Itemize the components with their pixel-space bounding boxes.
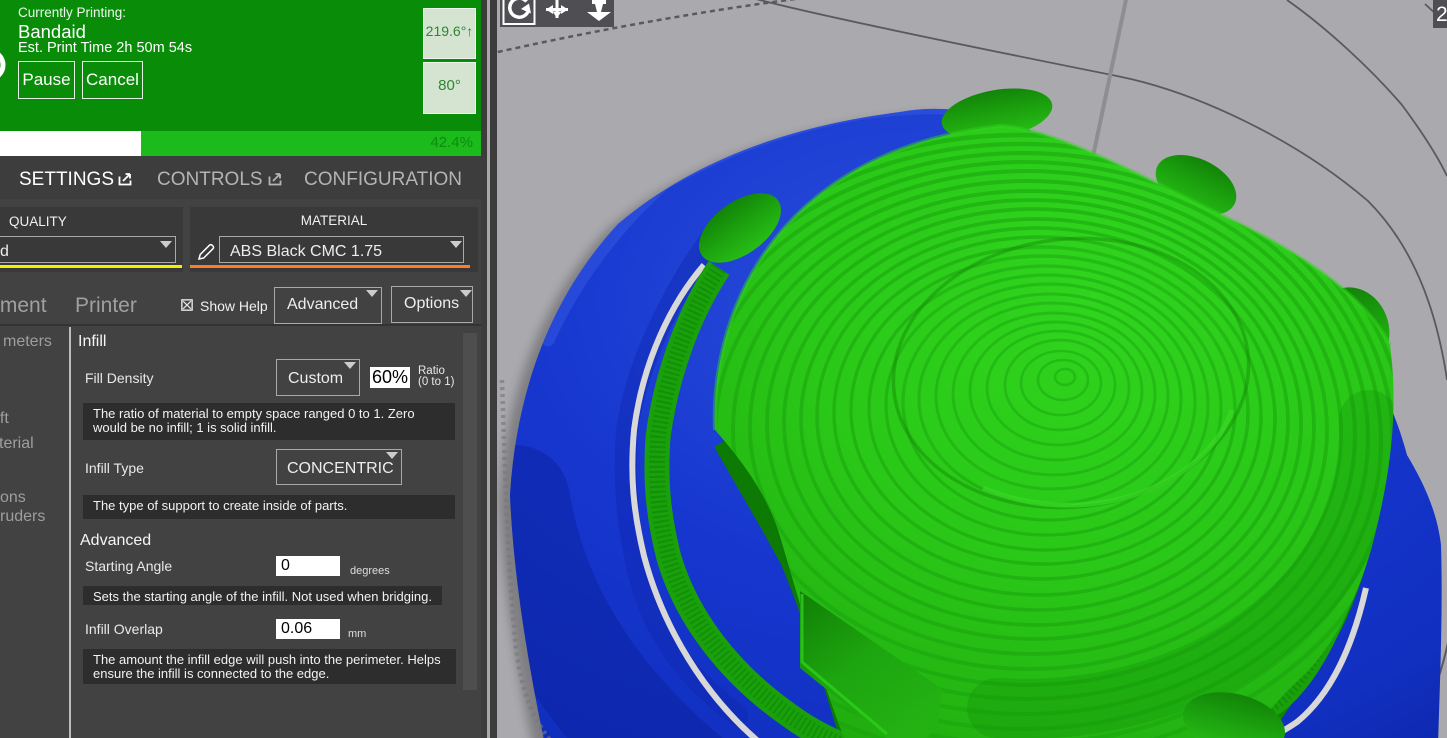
svg-text:2: 2 — [1436, 3, 1447, 26]
